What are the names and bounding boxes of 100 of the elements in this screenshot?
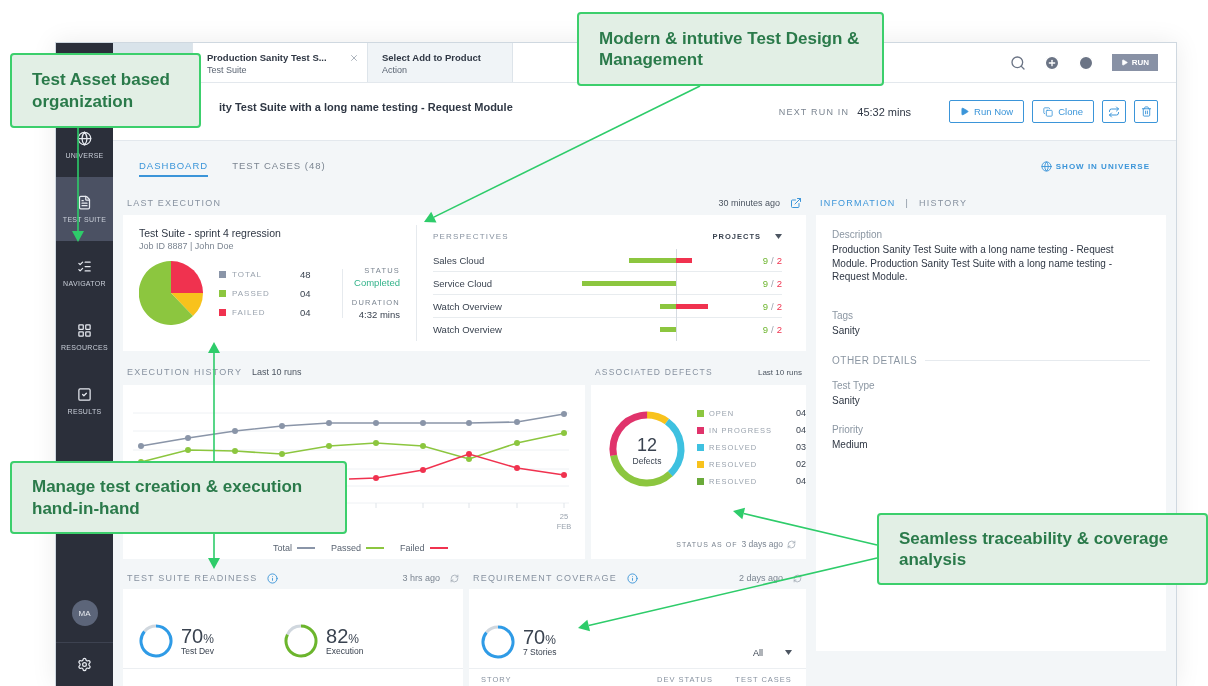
document-tab[interactable]: Select Add to Product Action <box>368 43 513 82</box>
percentage: 70% <box>181 625 215 646</box>
perspectives-title: PERSPECTIVES <box>433 231 509 241</box>
field-value: Sanity <box>832 394 861 408</box>
status-value: Completed <box>354 277 400 288</box>
field-value: Sanity <box>832 323 861 337</box>
percentage: 82% <box>326 625 360 646</box>
progress-ring <box>481 624 515 659</box>
legend-value: 04 <box>796 476 808 486</box>
progress-ring <box>139 623 173 658</box>
caret-icon <box>785 650 792 655</box>
callout-tooltip: Test Asset based organization <box>10 53 201 128</box>
field-label: Test Type <box>832 380 876 391</box>
refresh-icon[interactable] <box>450 573 459 583</box>
meter-label: Test Dev <box>181 645 215 656</box>
pass-fail-ratio: 9 / 2 <box>762 300 782 312</box>
play-icon <box>960 107 970 116</box>
sidebar-icon <box>77 259 92 274</box>
duration-value: 4:32 mins <box>358 309 400 320</box>
close-icon[interactable] <box>349 53 359 63</box>
next-run-label: NEXT RUN IN <box>778 106 850 117</box>
section-title: ASSOCIATED DEFECTS <box>595 367 713 377</box>
section-heading: OTHER DETAILS <box>832 355 918 366</box>
repeat-icon <box>1108 105 1120 118</box>
page-tab[interactable]: TEST CASES (48) <box>232 155 326 177</box>
info-tab[interactable]: HISTORY <box>919 198 968 208</box>
legend-label: PASSED <box>219 287 270 299</box>
legend-value: 02 <box>796 459 808 469</box>
clone-button[interactable]: Clone <box>1032 100 1094 123</box>
legend-value: 04 <box>796 425 808 435</box>
status-time: 3 days ago <box>741 539 783 549</box>
show-in-universe-link[interactable]: SHOW IN UNIVERSE <box>1040 160 1150 172</box>
pass-fail-ratio: 9 / 2 <box>762 254 782 266</box>
suite-title: ity Test Suite with a long name testing - Request Module <box>219 100 513 113</box>
sidebar-icon <box>77 323 92 338</box>
bar-drawing <box>629 257 692 263</box>
add-icon[interactable] <box>1043 54 1060 71</box>
run-now-button[interactable]: Run Now <box>949 100 1025 123</box>
perspective-name: Sales Cloud <box>433 254 486 266</box>
callout-arrow <box>208 533 220 569</box>
field-value: Medium <box>832 437 869 451</box>
callout-tooltip: Manage test creation & execution hand-in-hand <box>10 461 347 534</box>
meter-label: 7 Stories <box>523 646 557 657</box>
run-button[interactable]: RUN <box>1111 54 1158 71</box>
callout-tooltip: Modern & intutive Test Design & Management <box>577 12 884 86</box>
field-label: Priority <box>832 423 865 435</box>
pass-fail-ratio: 9 / 2 <box>762 277 782 289</box>
legend-item: Failed <box>400 543 448 553</box>
refresh-icon[interactable] <box>793 573 802 583</box>
job-info: Job ID 8887 | John Doe <box>139 241 235 251</box>
tab-separator: | <box>905 198 910 208</box>
callout-tooltip: Seamless traceability & coverage analysis <box>877 513 1208 585</box>
timestamp: 30 minutes ago <box>718 198 780 208</box>
section-subtitle: Last 10 runs <box>757 367 802 377</box>
bar-drawing <box>660 327 676 332</box>
suite-name: Test Suite - sprint 4 regression <box>139 227 282 239</box>
settings-icon <box>77 657 92 672</box>
legend-value: 04 <box>299 306 312 318</box>
info-icon[interactable] <box>626 572 638 584</box>
legend-value: 04 <box>299 287 312 299</box>
section-title: LAST EXECUTION <box>127 198 222 208</box>
timestamp: 3 hrs ago <box>402 573 440 583</box>
perspective-name: Watch Overview <box>433 300 503 312</box>
document-tab[interactable]: Production Sanity Test S... Test Suite <box>193 43 368 82</box>
section-subtitle: Last 10 runs <box>252 367 302 377</box>
field-label: Tags <box>832 309 855 321</box>
play-icon <box>1120 59 1128 66</box>
caret-icon <box>775 233 782 239</box>
bar-drawing <box>660 303 708 309</box>
sidebar-icon <box>77 195 92 210</box>
legend-item: Total <box>273 543 315 553</box>
copy-icon <box>1043 106 1054 117</box>
trash-icon <box>1140 106 1152 117</box>
meter-label: Execution <box>326 645 364 656</box>
globe-icon <box>1040 160 1052 172</box>
refresh-icon[interactable] <box>787 539 796 549</box>
filter-dropdown[interactable]: All <box>753 647 792 658</box>
pass-fail-ratio: 9 / 2 <box>762 324 782 335</box>
section-title: TEST SUITE READINESS <box>127 573 258 583</box>
legend-label: TOTAL <box>219 268 270 280</box>
defect-count-label: Defects <box>632 456 662 466</box>
sidebar-icon <box>77 131 92 146</box>
perspective-name: Service Cloud <box>433 277 494 289</box>
sidebar-icon <box>77 387 92 402</box>
field-label: Description <box>832 229 884 240</box>
page-tab[interactable]: DASHBOARD <box>139 155 209 177</box>
legend-item: Passed <box>331 543 385 553</box>
legend-label: FAILED <box>219 306 270 318</box>
legend-value: 48 <box>299 268 312 280</box>
external-link-icon[interactable] <box>790 197 802 209</box>
delete-button[interactable] <box>1134 100 1158 123</box>
info-tab[interactable]: INFORMATION <box>820 198 896 208</box>
info-icon[interactable] <box>267 572 279 584</box>
pie-chart <box>139 261 203 325</box>
user-avatar[interactable]: MA <box>71 600 98 626</box>
next-run-time: 45:32 mins <box>857 105 912 118</box>
search-icon[interactable] <box>1009 54 1026 71</box>
legend-value: 04 <box>796 408 808 418</box>
field-value: Production Sanity Test Suite with a long name testing - Request Module. Production Sanity Test Suite with a long name testing - Request Module. <box>832 243 1115 284</box>
repeat-button[interactable] <box>1102 100 1126 123</box>
